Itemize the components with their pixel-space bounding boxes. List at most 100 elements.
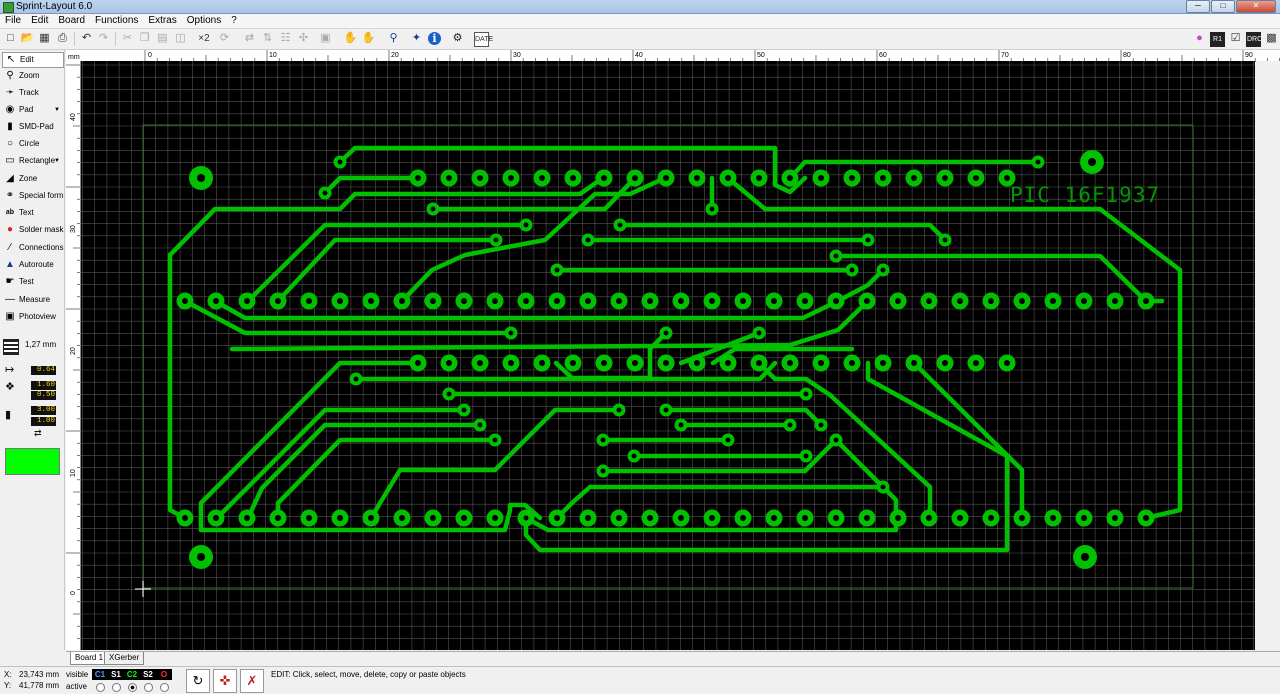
- copper-trace[interactable]: [275, 437, 498, 521]
- pad-drill-hole[interactable]: [616, 515, 622, 521]
- pad-drill-hole[interactable]: [740, 515, 746, 521]
- pad-drill-hole[interactable]: [601, 175, 607, 181]
- via-drill-hole[interactable]: [446, 391, 452, 397]
- pad-drill-hole[interactable]: [1019, 298, 1025, 304]
- pad-drill-hole[interactable]: [182, 298, 188, 304]
- layer-c1-toggle[interactable]: C1: [92, 669, 108, 680]
- active-layer-color-swatch[interactable]: [5, 448, 60, 475]
- drc-off-icon[interactable]: ✗: [240, 669, 264, 693]
- tool-special-form[interactable]: ⚭ Special form: [2, 188, 64, 204]
- tool-pad[interactable]: ◉ Pad ▼: [2, 102, 62, 118]
- via-drill-hole[interactable]: [1035, 159, 1041, 165]
- pad-drill-hole[interactable]: [1112, 515, 1118, 521]
- tool-track[interactable]: ➛ Track: [2, 85, 62, 101]
- pad-drill-hole[interactable]: [802, 298, 808, 304]
- search-icon[interactable]: ⚲: [386, 31, 401, 46]
- new-file-icon[interactable]: □: [3, 31, 18, 46]
- pad-drill-hole[interactable]: [647, 515, 653, 521]
- pad-drill-hole[interactable]: [678, 515, 684, 521]
- pad-drill-hole[interactable]: [694, 360, 700, 366]
- active-radio-o[interactable]: [160, 683, 169, 692]
- pad-drill-hole[interactable]: [632, 360, 638, 366]
- lock-icon[interactable]: ✋: [343, 31, 358, 46]
- via-drill-hole[interactable]: [600, 468, 606, 474]
- pad-drill-hole[interactable]: [461, 298, 467, 304]
- pad-drill-hole[interactable]: [926, 298, 932, 304]
- pad-drill-hole[interactable]: [539, 175, 545, 181]
- via-drill-hole[interactable]: [430, 206, 436, 212]
- pad-drill-hole[interactable]: [399, 298, 405, 304]
- pad-drill-hole[interactable]: [709, 515, 715, 521]
- pad-drill-hole[interactable]: [1112, 298, 1118, 304]
- via-drill-hole[interactable]: [833, 253, 839, 259]
- pad-drill-hole[interactable]: [430, 298, 436, 304]
- pad-drill-hole[interactable]: [446, 360, 452, 366]
- status-icon[interactable]: ☑: [1228, 31, 1243, 46]
- menu-edit[interactable]: Edit: [26, 14, 53, 28]
- snap-grid-icon[interactable]: ✜: [213, 669, 237, 693]
- pad-drill-hole[interactable]: [213, 515, 219, 521]
- tool-edit[interactable]: ↖ Edit: [2, 52, 64, 68]
- via-drill-hole[interactable]: [631, 453, 637, 459]
- pad-drill-hole[interactable]: [1143, 298, 1149, 304]
- via-drill-hole[interactable]: [508, 330, 514, 336]
- pad-inner-value[interactable]: 0.50: [31, 391, 56, 400]
- pad-drill-hole[interactable]: [709, 298, 715, 304]
- pad-drill-hole[interactable]: [477, 175, 483, 181]
- group-icon[interactable]: ▣: [318, 31, 333, 46]
- active-radio-c2[interactable]: [128, 683, 137, 692]
- menu-file[interactable]: File: [0, 14, 26, 28]
- via-drill-hole[interactable]: [833, 437, 839, 443]
- active-radio-s2[interactable]: [144, 683, 153, 692]
- delete-icon[interactable]: ◫: [173, 31, 188, 46]
- mounting-hole-drill[interactable]: [197, 553, 205, 561]
- active-radio-c1[interactable]: [96, 683, 105, 692]
- grid-size-control[interactable]: 1,27 mm: [3, 337, 61, 355]
- via-drill-hole[interactable]: [322, 190, 328, 196]
- pad-drill-hole[interactable]: [926, 515, 932, 521]
- pad-drill-hole[interactable]: [756, 175, 762, 181]
- layer-c2-toggle[interactable]: C2: [124, 669, 140, 680]
- layer-o-toggle[interactable]: O: [156, 669, 172, 680]
- pad-drill-hole[interactable]: [833, 515, 839, 521]
- via-drill-hole[interactable]: [787, 422, 793, 428]
- pad-drill-hole[interactable]: [337, 298, 343, 304]
- layer-s2-toggle[interactable]: S2: [140, 669, 156, 680]
- pad-drill-hole[interactable]: [864, 515, 870, 521]
- pad-drill-hole[interactable]: [663, 175, 669, 181]
- pad-drill-hole[interactable]: [213, 298, 219, 304]
- pad-drill-hole[interactable]: [539, 360, 545, 366]
- tool-photoview[interactable]: ▣ Photoview: [2, 309, 62, 325]
- smd-width-value[interactable]: 3.00: [31, 406, 56, 415]
- print-icon[interactable]: ⎙: [55, 31, 70, 46]
- tab-xgerber[interactable]: XGerber: [104, 652, 145, 665]
- pad-drill-hole[interactable]: [1143, 515, 1149, 521]
- paste-icon[interactable]: ▤: [155, 31, 170, 46]
- pad-drill-hole[interactable]: [492, 298, 498, 304]
- settings-gear-icon[interactable]: ⚙: [450, 31, 465, 46]
- connections-check-icon[interactable]: ✦: [409, 31, 424, 46]
- tool-circle[interactable]: ○ Circle: [2, 136, 62, 152]
- via-drill-hole[interactable]: [554, 267, 560, 273]
- via-drill-hole[interactable]: [617, 222, 623, 228]
- pad-drill-hole[interactable]: [802, 515, 808, 521]
- pad-drill-hole[interactable]: [911, 175, 917, 181]
- tool-zone[interactable]: ◢ Zone: [2, 171, 62, 187]
- align-icon[interactable]: ☷: [278, 31, 293, 46]
- pcb-board-svg[interactable]: PIC 16F1937: [81, 61, 1255, 650]
- via-drill-hole[interactable]: [493, 237, 499, 243]
- silkscreen-label[interactable]: PIC 16F1937: [1010, 183, 1160, 207]
- via-drill-hole[interactable]: [725, 437, 731, 443]
- info-icon[interactable]: i: [428, 32, 441, 45]
- mounting-hole-drill[interactable]: [197, 174, 205, 182]
- active-radio-s1[interactable]: [112, 683, 121, 692]
- pad-drill-hole[interactable]: [1004, 360, 1010, 366]
- tool-rectangle[interactable]: ▭ Rectangle ▼: [2, 153, 62, 169]
- tool-smd-pad[interactable]: ▮ SMD-Pad: [2, 119, 62, 135]
- pad-drill-hole[interactable]: [1081, 298, 1087, 304]
- via-drill-hole[interactable]: [865, 237, 871, 243]
- pad-drill-hole[interactable]: [275, 298, 281, 304]
- unlock-icon[interactable]: ✋: [361, 31, 376, 46]
- r1-icon[interactable]: R1: [1210, 32, 1225, 47]
- pad-drill-hole[interactable]: [663, 360, 669, 366]
